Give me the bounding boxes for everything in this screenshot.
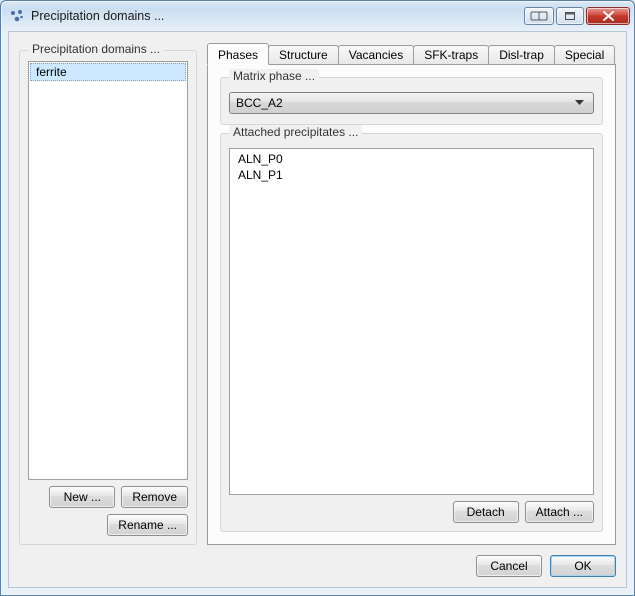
window-buttons [522,7,630,25]
tab-special[interactable]: Special [554,45,615,64]
tab-panel-phases: Matrix phase ... BCC_A2 Attached precipi… [207,64,616,545]
tabs-column: PhasesStructureVacanciesSFK-trapsDisl-tr… [207,42,616,545]
matrix-phase-groupbox: Matrix phase ... BCC_A2 [220,77,603,125]
app-icon [9,8,25,24]
tab-vacancies[interactable]: Vacancies [338,45,414,64]
tab-disl-trap[interactable]: Disl-trap [488,45,555,64]
attach-btnrow: Detach Attach ... [229,501,594,523]
cancel-button[interactable]: Cancel [476,555,542,577]
matrix-phase-legend: Matrix phase ... [229,69,319,83]
titlebar[interactable]: Precipitation domains ... [1,1,634,31]
domains-list[interactable]: ferrite [28,61,188,480]
list-item[interactable]: ALN_P0 [230,151,593,167]
detach-button[interactable]: Detach [453,501,519,523]
ok-button[interactable]: OK [550,555,616,577]
dialog-window: Precipitation domains ... [0,0,635,596]
attached-precipitates-list[interactable]: ALN_P0ALN_P1 [229,148,594,495]
list-item[interactable]: ALN_P1 [230,167,593,183]
client-area: Precipitation domains ... ferrite New ..… [8,31,627,588]
close-button[interactable] [586,7,630,25]
rename-button[interactable]: Rename ... [107,514,188,536]
attach-button[interactable]: Attach ... [525,501,594,523]
domains-legend: Precipitation domains ... [28,42,164,56]
domains-btnrow-1: New ... Remove [28,486,188,508]
help-button[interactable] [524,7,554,25]
tab-phases[interactable]: Phases [207,43,269,65]
attached-precipitates-legend: Attached precipitates ... [229,125,362,139]
attached-precipitates-groupbox: Attached precipitates ... ALN_P0ALN_P1 D… [220,133,603,532]
tab-structure[interactable]: Structure [268,45,339,64]
window-title: Precipitation domains ... [31,9,522,23]
domains-btnrow-2: Rename ... [28,514,188,536]
matrix-phase-combobox[interactable]: BCC_A2 [229,92,594,114]
domains-groupbox: Precipitation domains ... ferrite New ..… [19,50,197,545]
maximize-button[interactable] [556,7,584,25]
tabstrip: PhasesStructureVacanciesSFK-trapsDisl-tr… [207,42,616,64]
tab-sfk-traps[interactable]: SFK-traps [413,45,489,64]
list-item[interactable]: ferrite [30,63,186,81]
domains-column: Precipitation domains ... ferrite New ..… [19,42,197,545]
main-row: Precipitation domains ... ferrite New ..… [19,42,616,545]
chevron-down-icon [571,100,587,106]
dialog-footer: Cancel OK [19,545,616,577]
remove-button[interactable]: Remove [121,486,188,508]
new-button[interactable]: New ... [49,486,115,508]
matrix-phase-value: BCC_A2 [236,96,571,110]
